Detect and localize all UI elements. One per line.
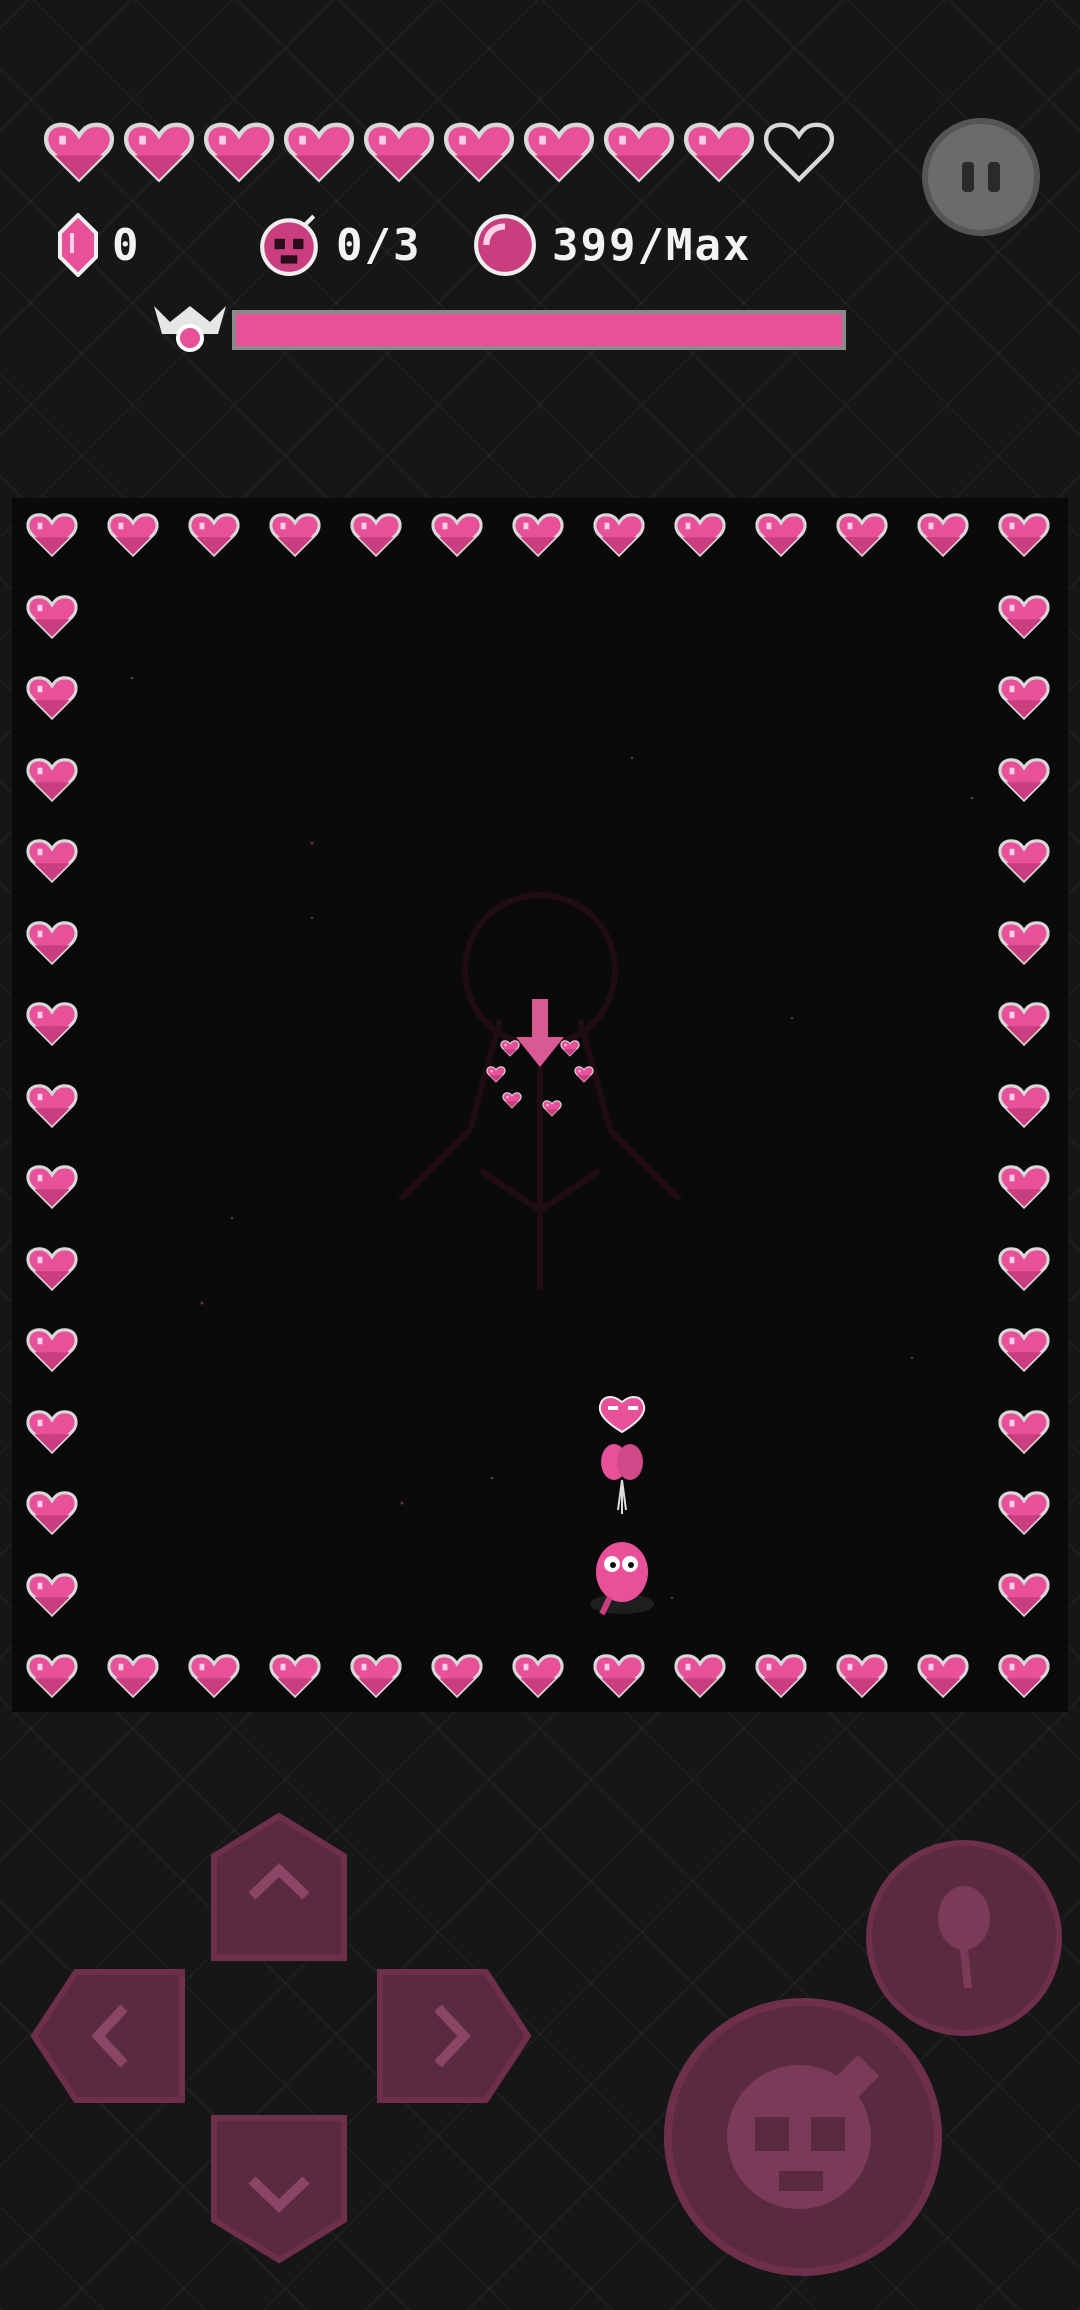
- border-heart-icon: [26, 1325, 78, 1373]
- heart-icon: [44, 118, 114, 184]
- border-heart-icon: [188, 510, 240, 558]
- border-heart-icon: [26, 1407, 78, 1455]
- orb-count: 399/Max: [552, 219, 752, 271]
- border-heart-icon: [26, 592, 78, 640]
- border-heart-icon: [998, 1651, 1050, 1699]
- border-heart-icon: [998, 918, 1050, 966]
- bomb-button[interactable]: [664, 1998, 942, 2276]
- border-heart-icon: [593, 1651, 645, 1699]
- boss-health-fill: [236, 314, 842, 346]
- heart-icon: [124, 118, 194, 184]
- border-heart-icon: [755, 510, 807, 558]
- border-heart-icon: [26, 1244, 78, 1292]
- border-heart-icon: [269, 1651, 321, 1699]
- pink-blob-with-balloons-icon: [572, 1392, 672, 1632]
- border-heart-icon: [674, 1651, 726, 1699]
- dpad-up-button[interactable]: [210, 1812, 348, 1962]
- border-heart-icon: [998, 1162, 1050, 1210]
- border-heart-icon: [593, 510, 645, 558]
- border-heart-icon: [998, 1570, 1050, 1618]
- heart-icon: [284, 118, 354, 184]
- border-heart-icon: [350, 510, 402, 558]
- skull-bomb-icon: [256, 212, 322, 278]
- heart-icon: [364, 118, 434, 184]
- border-heart-icon: [26, 510, 78, 558]
- gem-count: 0: [112, 219, 141, 271]
- border-heart-icon: [350, 1651, 402, 1699]
- border-heart-icon: [512, 510, 564, 558]
- border-heart-icon: [26, 918, 78, 966]
- skull-bomb-icon: [727, 2054, 880, 2209]
- border-heart-icon: [998, 836, 1050, 884]
- gem-icon: [58, 213, 98, 277]
- border-heart-icon: [26, 1488, 78, 1536]
- border-heart-icon: [188, 1651, 240, 1699]
- border-heart-icon: [26, 999, 78, 1047]
- border-heart-icon: [26, 1162, 78, 1210]
- border-heart-icon: [998, 755, 1050, 803]
- border-heart-icon: [512, 1651, 564, 1699]
- border-heart-icon: [26, 755, 78, 803]
- health-hearts: [44, 118, 844, 188]
- heart-icon: [604, 118, 674, 184]
- down-arrow-hearts-icon: [480, 995, 600, 1135]
- dpad-left-button[interactable]: [30, 1968, 186, 2104]
- boss-health-bar: [232, 310, 846, 350]
- border-heart-icon: [998, 1325, 1050, 1373]
- pink-orb-icon: [472, 212, 538, 278]
- boss-crown-icon: [150, 298, 230, 354]
- orb-counter: 399/Max: [472, 210, 751, 280]
- border-heart-icon: [998, 510, 1050, 558]
- border-heart-icon: [107, 510, 159, 558]
- dpad-down-button[interactable]: [210, 2114, 348, 2264]
- border-heart-icon: [269, 510, 321, 558]
- border-heart-icon: [755, 1651, 807, 1699]
- border-heart-icon: [998, 1488, 1050, 1536]
- border-heart-icon: [917, 510, 969, 558]
- border-heart-icon: [917, 1651, 969, 1699]
- border-heart-icon: [431, 510, 483, 558]
- border-heart-icon: [26, 1651, 78, 1699]
- border-heart-icon: [998, 592, 1050, 640]
- border-heart-icon: [26, 1081, 78, 1129]
- pause-icon-bar-right: [988, 162, 1000, 192]
- heart-icon: [444, 118, 514, 184]
- border-heart-icon: [26, 673, 78, 721]
- border-heart-icon: [26, 836, 78, 884]
- border-heart-icon: [836, 1651, 888, 1699]
- border-heart-icon: [836, 510, 888, 558]
- border-heart-icon: [998, 673, 1050, 721]
- heart-icon: [684, 118, 754, 184]
- border-heart-icon: [998, 1244, 1050, 1292]
- border-heart-icon: [107, 1651, 159, 1699]
- dpad-right-button[interactable]: [376, 1968, 532, 2104]
- border-heart-icon: [998, 1081, 1050, 1129]
- pause-button[interactable]: [922, 118, 1040, 236]
- pause-icon-bar-left: [962, 162, 974, 192]
- balloon-icon: [938, 1886, 990, 1989]
- gem-counter: 0: [58, 210, 141, 280]
- border-heart-icon: [674, 510, 726, 558]
- heart-icon: [204, 118, 274, 184]
- bomb-count: 0/3: [336, 219, 422, 271]
- heart-icon: [524, 118, 594, 184]
- border-heart-icon: [26, 1570, 78, 1618]
- border-heart-icon: [998, 999, 1050, 1047]
- empty-heart-icon: [764, 118, 834, 184]
- border-heart-icon: [998, 1407, 1050, 1455]
- bomb-counter: 0/3: [256, 210, 421, 280]
- border-heart-icon: [431, 1651, 483, 1699]
- balloon-button[interactable]: [866, 1840, 1062, 2036]
